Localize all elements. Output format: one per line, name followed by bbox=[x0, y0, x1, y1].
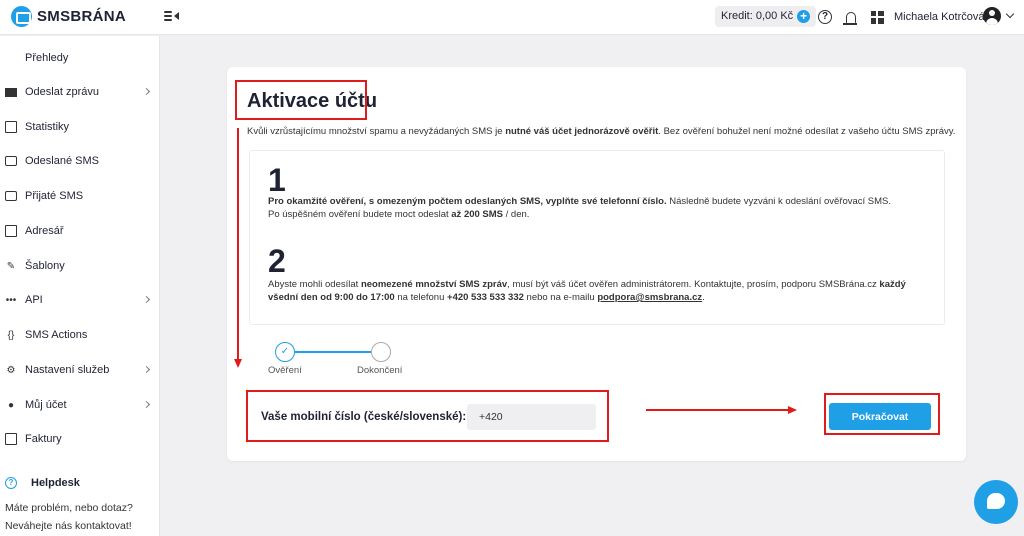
stepper-connector bbox=[295, 351, 371, 353]
apps-grid-icon bbox=[870, 10, 884, 24]
sidebar-toggle-icon[interactable] bbox=[164, 9, 180, 23]
chevron-right-icon bbox=[142, 295, 151, 304]
dashboard-icon bbox=[5, 52, 17, 64]
top-bar: SMSBRÁNA Kredit: 0,00 Kč + ? Michaela Ko… bbox=[0, 0, 1024, 35]
sidebar: Přehledy Odeslat zprávu Statistiky Odesl… bbox=[0, 36, 160, 536]
sidebar-item-prijate-sms[interactable]: Přijaté SMS bbox=[0, 182, 160, 210]
arrow-right-icon bbox=[788, 406, 797, 414]
sidebar-item-faktury[interactable]: Faktury bbox=[0, 425, 160, 453]
apps-button[interactable] bbox=[867, 7, 887, 27]
sidebar-item-odeslane-sms[interactable]: Odeslané SMS bbox=[0, 147, 160, 175]
step-label-completion: Dokončení bbox=[357, 365, 403, 376]
step-number: 1 bbox=[268, 162, 286, 198]
logo[interactable]: SMSBRÁNA bbox=[11, 6, 126, 27]
sent-sms-icon bbox=[5, 156, 17, 166]
help-icon: ? bbox=[818, 10, 832, 24]
chevron-right-icon bbox=[142, 87, 151, 96]
invoice-icon bbox=[5, 433, 17, 445]
sidebar-item-label: Statistiky bbox=[25, 121, 70, 133]
sidebar-item-label: Přijaté SMS bbox=[25, 190, 84, 202]
avatar[interactable] bbox=[983, 7, 1001, 25]
sidebar-item-statistiky[interactable]: Statistiky bbox=[0, 113, 160, 141]
sidebar-item-label: Odeslat zprávu bbox=[25, 86, 99, 98]
code-braces-icon: {} bbox=[7, 329, 15, 341]
sidebar-item-adresar[interactable]: Adresář bbox=[0, 217, 160, 245]
sidebar-item-nastaveni-sluzeb[interactable]: ⚙ Nastavení služeb bbox=[0, 356, 160, 384]
step-2-text: Abyste mohli odesílat neomezené množství… bbox=[268, 279, 906, 303]
title-highlight-box bbox=[235, 80, 367, 120]
help-button[interactable]: ? bbox=[815, 7, 835, 27]
sidebar-item-sms-actions[interactable]: {} SMS Actions bbox=[0, 321, 160, 349]
sidebar-item-label: SMS Actions bbox=[25, 329, 88, 341]
sidebar-item-label: Faktury bbox=[25, 433, 62, 445]
sidebar-item-label: Přehledy bbox=[25, 52, 69, 64]
credit-badge[interactable]: Kredit: 0,00 Kč + bbox=[715, 6, 817, 27]
sidebar-item-sablony[interactable]: ✎ Šablony bbox=[0, 252, 160, 280]
helpdesk-text: Neváhejte nás kontaktovat! bbox=[5, 520, 132, 532]
user-name[interactable]: Michaela Kotrčová bbox=[894, 11, 985, 23]
logo-text: SMSBRÁNA bbox=[37, 8, 127, 25]
chevron-down-icon[interactable] bbox=[1005, 9, 1015, 19]
annotation-arrow-down bbox=[237, 128, 239, 360]
phone-highlight-box bbox=[246, 390, 609, 442]
sidebar-item-api[interactable]: ••• API bbox=[0, 286, 160, 314]
address-book-icon bbox=[5, 225, 17, 237]
credit-label: Kredit: bbox=[721, 10, 753, 22]
step-1-text: Pro okamžité ověření, s omezeným počtem … bbox=[268, 196, 892, 220]
logo-icon bbox=[11, 6, 32, 27]
chart-icon bbox=[5, 121, 17, 133]
annotation-arrow-right bbox=[646, 409, 789, 411]
chevron-right-icon bbox=[142, 400, 151, 409]
step-verification-check-icon: ✓ bbox=[275, 342, 295, 362]
notifications-button[interactable] bbox=[841, 7, 861, 27]
step-label-verification: Ověření bbox=[268, 365, 302, 376]
received-sms-icon bbox=[5, 191, 17, 201]
chevron-right-icon bbox=[142, 365, 151, 374]
sidebar-item-label: Šablony bbox=[25, 260, 65, 272]
step-completion-circle bbox=[371, 342, 391, 362]
sidebar-item-label: Nastavení služeb bbox=[25, 364, 110, 376]
helpdesk-text: Máte problém, nebo dotaz? bbox=[5, 502, 133, 514]
credit-value: 0,00 Kč bbox=[755, 10, 794, 22]
arrow-down-icon bbox=[234, 359, 242, 368]
helpdesk-title[interactable]: ? Helpdesk bbox=[5, 477, 80, 489]
continue-highlight-box bbox=[824, 393, 940, 435]
step-number: 2 bbox=[268, 243, 286, 279]
template-icon: ✎ bbox=[6, 260, 16, 272]
sidebar-item-label: Můj účet bbox=[25, 399, 67, 411]
settings-icon: ⚙ bbox=[6, 364, 16, 376]
add-credit-icon[interactable]: + bbox=[797, 10, 811, 23]
support-email-link[interactable]: podpora@smsbrana.cz bbox=[597, 292, 702, 303]
user-icon: ● bbox=[7, 399, 15, 411]
sidebar-item-label: API bbox=[25, 294, 43, 306]
bell-icon bbox=[843, 11, 857, 25]
intro-text: Kvůli vzrůstajícímu množství spamu a nev… bbox=[247, 126, 956, 137]
api-icon: ••• bbox=[5, 294, 17, 306]
sidebar-item-label: Odeslané SMS bbox=[25, 155, 99, 167]
sidebar-item-label: Adresář bbox=[25, 225, 64, 237]
mail-icon bbox=[5, 87, 17, 97]
help-icon: ? bbox=[5, 477, 17, 489]
sidebar-item-muj-ucet[interactable]: ● Můj účet bbox=[0, 391, 160, 419]
sidebar-item-odeslat-zpravu[interactable]: Odeslat zprávu bbox=[0, 78, 160, 106]
chat-bubble-icon[interactable] bbox=[974, 480, 1018, 524]
sidebar-item-prehledy[interactable]: Přehledy bbox=[0, 44, 160, 72]
